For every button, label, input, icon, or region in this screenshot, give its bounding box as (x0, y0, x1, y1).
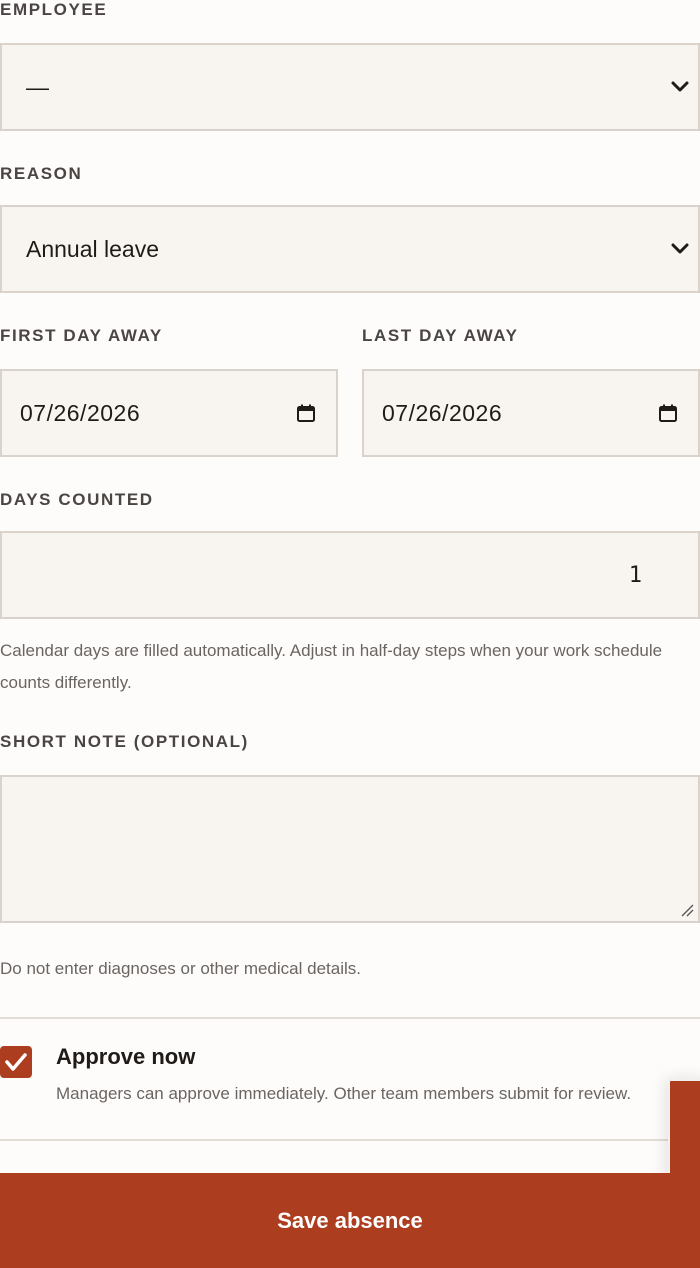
reason-select-value: Annual leave (26, 235, 159, 262)
note-textarea[interactable] (0, 775, 700, 923)
calendar-icon[interactable] (658, 403, 678, 423)
days-counted-help: Calendar days are filled automatically. … (0, 641, 663, 692)
days-counted-label: DAYS COUNTED (0, 490, 154, 509)
note-help: Do not enter diagnoses or other medical … (0, 959, 361, 978)
last-day-value: 07/26/2026 (382, 399, 503, 426)
approve-checkbox[interactable] (0, 1046, 32, 1078)
resize-grip-icon[interactable] (680, 903, 694, 917)
days-counted-value: 1 (628, 562, 642, 588)
reason-label: REASON (0, 164, 83, 183)
approve-title: Approve now (56, 1044, 196, 1069)
employee-select-value: — (26, 73, 49, 100)
absence-form: EMPLOYEE — REASON Annual leave FIRST DAY… (0, 0, 700, 1268)
employee-label: EMPLOYEE (0, 0, 108, 19)
chevron-down-icon (671, 81, 689, 92)
reason-select[interactable]: Annual leave (0, 205, 700, 293)
check-icon (5, 1053, 27, 1071)
calendar-icon[interactable] (296, 403, 316, 423)
note-label: SHORT NOTE (OPTIONAL) (0, 732, 249, 751)
first-day-value: 07/26/2026 (20, 399, 141, 426)
last-day-date-input[interactable]: 07/26/2026 (362, 369, 700, 457)
divider (0, 1139, 700, 1141)
days-counted-input[interactable]: 1 (0, 531, 700, 619)
save-absence-button[interactable]: Save absence (0, 1173, 700, 1268)
employee-select[interactable]: — (0, 43, 700, 131)
first-day-date-input[interactable]: 07/26/2026 (0, 369, 338, 457)
approve-description: Managers can approve immediately. Other … (56, 1084, 632, 1103)
last-day-label: LAST DAY AWAY (362, 326, 519, 345)
divider (0, 1017, 700, 1019)
chevron-down-icon (671, 243, 689, 254)
first-day-label: FIRST DAY AWAY (0, 326, 163, 345)
